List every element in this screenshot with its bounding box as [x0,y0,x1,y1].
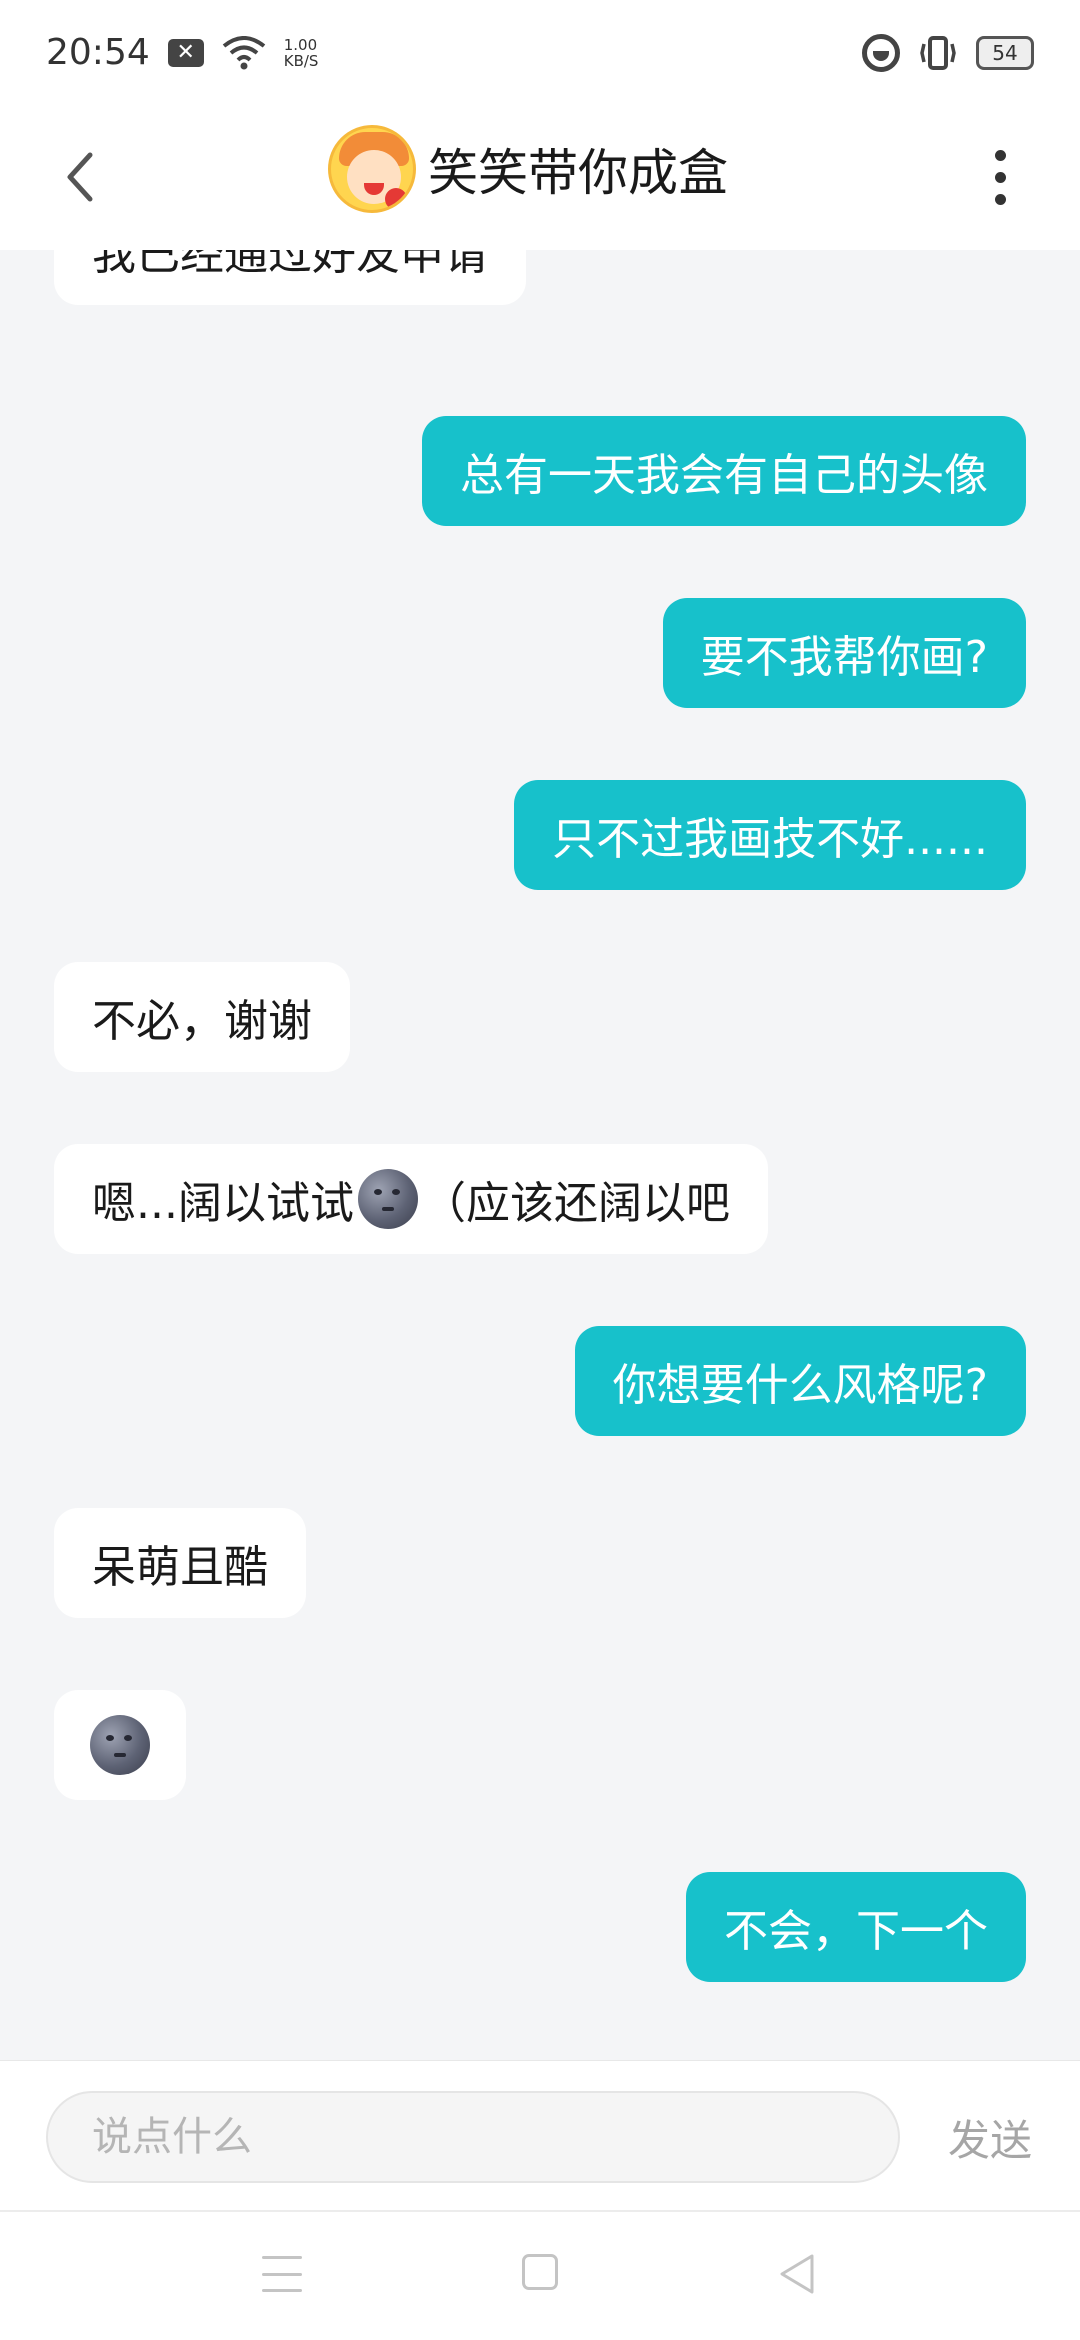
status-left: 20:54 ✕ 1.00 KB/S [46,32,318,73]
more-options-button[interactable] [960,137,1040,217]
message-bubble-outgoing[interactable]: 不会，下一个 [686,1872,1026,1982]
chat-title: 笑笑带你成盒 [428,144,728,202]
send-button[interactable]: 发送 [948,2107,1032,2168]
message-text: 嗯...阔以试试 [92,1178,354,1229]
network-speed-unit: KB/S [283,51,319,70]
status-right: 54 [862,33,1034,72]
more-dot [994,193,1006,205]
back-button[interactable] [40,137,120,217]
system-navigation-bar [0,2210,1080,2340]
chat-partner[interactable]: 笑笑带你成盒 [328,125,728,213]
chat-screen: 20:54 ✕ 1.00 KB/S 54 笑笑带你成盒 我已经通过好友申请 总有… [0,0,1080,2340]
message-bubble-outgoing[interactable]: 你想要什么风格呢? [574,1326,1026,1436]
input-bar: 发送 [0,2060,1080,2210]
message-bubble-outgoing[interactable]: 要不我帮你画? [662,598,1026,708]
message-bubble-outgoing[interactable]: 只不过我画技不好...... [514,780,1026,890]
message-text: 总有一天我会有自己的头像 [460,450,988,501]
message-list[interactable]: 我已经通过好友申请 总有一天我会有自己的头像 要不我帮你画? 只不过我画技不好.… [0,250,1080,2060]
battery-indicator: 54 [976,35,1034,70]
menu-icon[interactable] [262,2256,302,2292]
message-bubble-incoming[interactable]: 呆萌且酷 [54,1508,306,1618]
network-speed: 1.00 KB/S [284,37,319,69]
message-bubble-incoming[interactable]: 嗯...阔以试试 （应该还阔以吧 [54,1144,768,1254]
message-text: （应该还阔以吧 [421,1178,730,1229]
message-bubble-outgoing[interactable]: 总有一天我会有自己的头像 [422,416,1026,526]
message-text: 不会，下一个 [724,1906,988,1957]
message-text: 不必，谢谢 [92,996,312,1047]
new-moon-face-icon [357,1169,418,1229]
message-input[interactable] [46,2091,900,2183]
more-dot [994,171,1006,183]
message-text: 只不过我画技不好...... [552,814,988,865]
message-bubble-incoming[interactable]: 不必，谢谢 [54,962,350,1072]
message-bubble-incoming[interactable] [54,1690,186,1800]
more-dot [994,149,1006,161]
chat-header: 笑笑带你成盒 [0,105,1080,250]
home-icon[interactable] [522,2254,558,2290]
chevron-left-icon [67,152,93,202]
status-bar: 20:54 ✕ 1.00 KB/S 54 [0,0,1080,105]
back-triangle-icon[interactable] [776,2252,816,2296]
message-bubble-incoming[interactable]: 我已经通过好友申请 [54,250,526,305]
cartoon-avatar-icon[interactable] [328,125,416,213]
vibrate-icon [920,35,956,70]
notification-x-icon: ✕ [167,38,204,67]
message-text: 我已经通过好友申请 [92,250,488,280]
status-time: 20:54 [46,32,150,73]
new-moon-face-icon [90,1715,150,1775]
network-speed-value: 1.00 [283,35,318,54]
message-text: 呆萌且酷 [92,1542,268,1593]
message-text: 你想要什么风格呢? [612,1360,988,1411]
message-text: 要不我帮你画? [700,632,988,683]
wifi-icon [222,35,265,69]
data-saver-icon [862,33,900,72]
